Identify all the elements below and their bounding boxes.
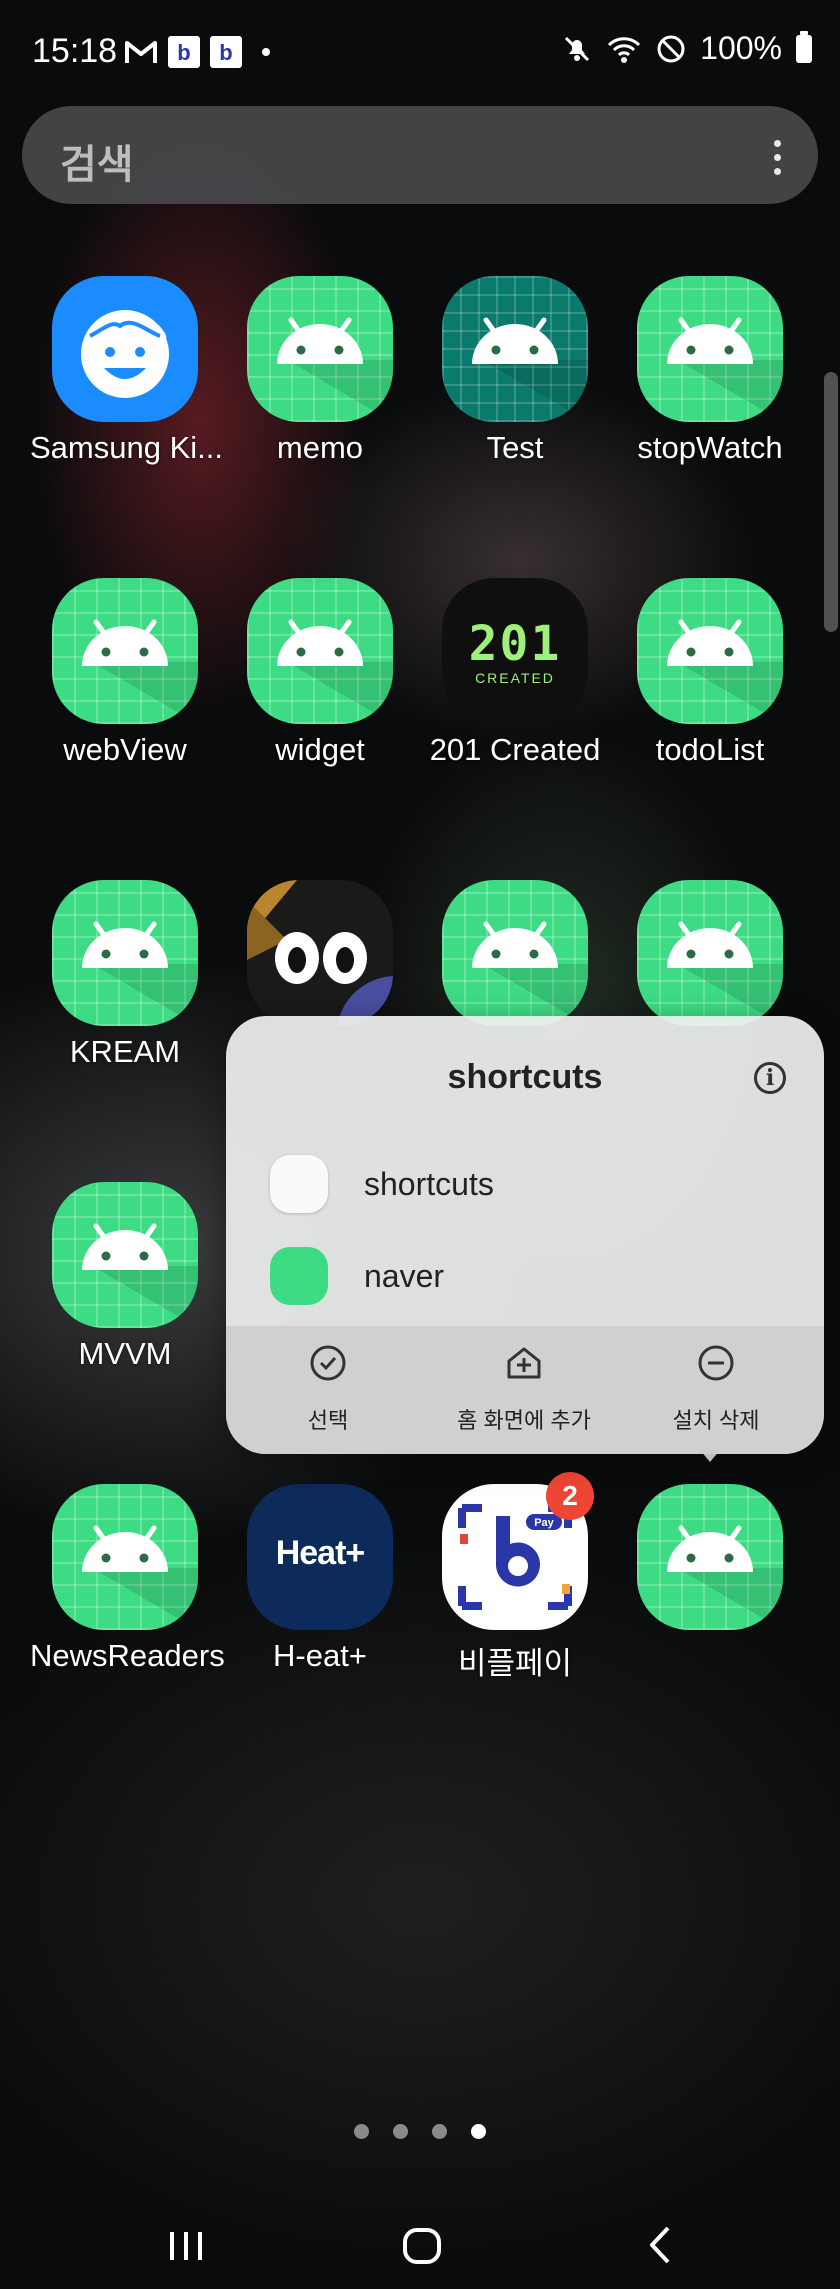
app-kream[interactable]: KREAM <box>30 880 220 1070</box>
do-not-disturb-icon <box>657 35 685 62</box>
android-icon <box>637 1484 783 1630</box>
scroll-handle[interactable] <box>824 372 838 632</box>
more-notifications-dot <box>262 48 270 56</box>
recent-apps-button[interactable] <box>148 2218 228 2268</box>
android-icon <box>637 276 783 422</box>
app-stopwatch[interactable]: stopWatch <box>615 276 805 466</box>
info-icon[interactable]: i <box>754 1062 786 1094</box>
navigation-bar <box>0 2200 840 2289</box>
popup-pointer <box>700 1450 720 1462</box>
app-label: webView <box>63 732 187 767</box>
shortcut-item[interactable]: naver <box>270 1246 444 1306</box>
bpay-notification-icon: b <box>210 36 242 68</box>
app-todolist[interactable]: todoList <box>615 578 805 768</box>
android-icon <box>52 1182 198 1328</box>
app-webview[interactable]: webView <box>30 578 220 768</box>
app-label: todoList <box>655 732 765 767</box>
android-icon <box>247 578 393 724</box>
search-placeholder: 검색 <box>60 143 134 187</box>
app-samsung-kids[interactable]: Samsung Ki... <box>30 276 223 466</box>
icon-subtext: CREATED <box>475 670 555 686</box>
android-icon <box>637 578 783 724</box>
page-dot[interactable] <box>354 2124 369 2139</box>
app-bpay[interactable]: Pay 2 비플페이 <box>420 1472 610 1683</box>
battery-percent: 100% <box>700 30 782 66</box>
recent-apps-icon <box>170 2232 202 2260</box>
android-icon <box>637 880 783 1026</box>
app-test[interactable]: Test <box>420 276 610 466</box>
app-201-created[interactable]: 201 CREATED 201 Created <box>420 578 610 768</box>
shortcut-label: naver <box>364 1257 445 1294</box>
android-icon <box>52 578 198 724</box>
more-options-icon[interactable] <box>774 140 782 182</box>
app-label: NewsReaders <box>30 1638 225 1673</box>
icon-text: Heat+ <box>275 1534 366 1572</box>
owl-app-icon <box>247 880 393 1026</box>
icon-tag: Pay <box>534 1517 554 1529</box>
shortcut-app-icon <box>270 1155 328 1213</box>
add-home-icon <box>507 1347 541 1379</box>
uninstall-button[interactable]: 설치 삭제 <box>616 1344 816 1435</box>
app-heat-plus[interactable]: Heat+ H-eat+ <box>225 1484 415 1674</box>
status-time: 15:18 <box>32 32 118 70</box>
notification-icons: b b <box>124 36 270 68</box>
app-label: 비플페이 <box>457 1646 573 1681</box>
app-owl[interactable] <box>225 880 415 1034</box>
android-icon <box>52 1484 198 1630</box>
home-icon <box>403 2228 441 2264</box>
icon-text: 201 <box>468 616 562 672</box>
bpay-notification-icon: b <box>168 36 200 68</box>
status-bar: 15:18 b b 100% <box>0 0 840 100</box>
page-dot[interactable] <box>432 2124 447 2139</box>
shortcut-app-icon <box>270 1247 328 1305</box>
wifi-icon <box>608 36 641 63</box>
app-label: memo <box>276 430 364 465</box>
samsung-kids-icon <box>52 276 198 422</box>
app-label: Samsung Ki... <box>30 430 223 465</box>
android-icon <box>52 880 198 1026</box>
gmail-icon <box>125 41 157 63</box>
notification-badge: 2 <box>546 1472 594 1520</box>
select-button[interactable]: 선택 <box>228 1344 428 1435</box>
action-label: 설치 삭제 <box>672 1408 760 1433</box>
action-label: 홈 화면에 추가 <box>457 1408 591 1433</box>
home-button[interactable] <box>383 2218 463 2268</box>
shortcut-item[interactable]: shortcuts <box>270 1154 494 1214</box>
app-memo[interactable]: memo <box>225 276 415 466</box>
page-dot-active[interactable] <box>471 2124 486 2139</box>
app-label: widget <box>275 732 365 767</box>
mute-icon <box>565 36 590 61</box>
app-android[interactable] <box>420 880 610 1034</box>
app-android[interactable] <box>615 1484 805 1638</box>
add-to-home-button[interactable]: 홈 화면에 추가 <box>424 1344 624 1435</box>
app-newsreaders[interactable]: NewsReaders <box>30 1484 225 1674</box>
shortcut-label: shortcuts <box>364 1165 494 1202</box>
app-android[interactable] <box>615 880 805 1034</box>
heat-plus-icon: Heat+ <box>247 1484 393 1630</box>
page-dot[interactable] <box>393 2124 408 2139</box>
search-bar[interactable]: 검색 <box>22 106 818 204</box>
android-icon <box>442 880 588 1026</box>
popup-actions: 선택 홈 화면에 추가 설치 삭제 <box>226 1326 824 1454</box>
app-label: Test <box>486 430 544 465</box>
back-button[interactable] <box>622 2218 702 2268</box>
android-icon <box>247 276 393 422</box>
app-label: stopWatch <box>637 430 783 465</box>
app-label: H-eat+ <box>273 1638 367 1673</box>
app-shortcut-popup: shortcuts i shortcuts naver 선택 홈 화면에 추가 … <box>226 1016 824 1454</box>
popup-title: shortcuts <box>447 1058 603 1096</box>
uninstall-icon <box>698 1345 734 1381</box>
201-created-icon: 201 CREATED <box>442 578 588 724</box>
back-icon <box>650 2226 670 2264</box>
app-widget[interactable]: widget <box>225 578 415 768</box>
battery-icon <box>796 30 812 63</box>
android-icon <box>442 276 588 422</box>
app-mvvm[interactable]: MVVM <box>30 1182 220 1372</box>
app-label: KREAM <box>69 1034 181 1069</box>
check-circle-icon <box>310 1345 346 1381</box>
app-label: MVVM <box>78 1336 172 1371</box>
app-label: 201 Created <box>429 732 601 767</box>
page-indicator[interactable] <box>0 2124 840 2139</box>
action-label: 선택 <box>307 1408 349 1433</box>
